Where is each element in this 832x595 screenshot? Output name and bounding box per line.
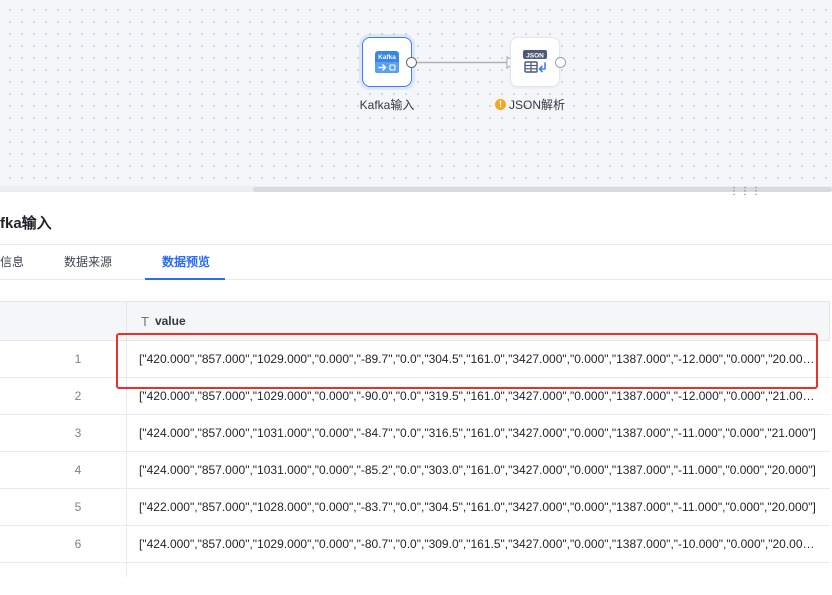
row-value: ["424.000","857.000","1031.000","0.000",… [139, 463, 816, 477]
index-column-header [0, 302, 127, 340]
table-row[interactable]: 1 ["420.000","857.000","1029.000","0.000… [0, 341, 830, 378]
table-row[interactable]: 4 ["424.000","857.000","1031.000","0.000… [0, 452, 830, 489]
value-column-label: value [154, 314, 186, 328]
row-index: 6 [0, 526, 127, 562]
table-row[interactable]: 2 ["420.000","857.000","1029.000","0.000… [0, 378, 830, 415]
flow-canvas[interactable]: Kafka JSON Kafka输入 ! JSON解析 [0, 0, 832, 192]
text-type-icon: T [141, 313, 149, 329]
kafka-node-label: Kafka输入 [359, 98, 415, 112]
node-config-panel: fka输入 信息 数据来源 数据预览 T value 1 ["420.000",… [0, 196, 832, 595]
json-node-label: JSON解析 [508, 98, 565, 112]
svg-text:JSON: JSON [526, 52, 544, 59]
row-index: 3 [0, 415, 127, 451]
table-row[interactable]: 3 ["424.000","857.000","1031.000","0.000… [0, 415, 830, 452]
json-node-label-wrap: ! JSON解析 [490, 96, 570, 113]
row-index: 4 [0, 452, 127, 488]
tab-data-source[interactable]: 数据来源 [64, 245, 112, 280]
panel-resize-handle-icon[interactable]: ⋮⋮⋮ [729, 187, 762, 197]
row-value: ["424.000","857.000","1029.000","0.000",… [139, 537, 817, 551]
data-preview-table: T value 1 ["420.000","857.000","1029.000… [0, 301, 830, 577]
kafka-icon: Kafka [375, 51, 399, 73]
warning-icon: ! [494, 99, 506, 110]
json-parse-node[interactable]: JSON [510, 37, 560, 87]
value-column-header[interactable]: T value [127, 302, 830, 340]
row-index-empty [0, 563, 127, 577]
table-row[interactable]: 6 ["424.000","857.000","1029.000","0.000… [0, 526, 830, 563]
table-header: T value [0, 301, 830, 341]
row-index: 2 [0, 378, 127, 414]
row-value: ["420.000","857.000","1029.000","0.000",… [139, 389, 817, 403]
tab-basic-info[interactable]: 信息 [0, 245, 24, 280]
table-row[interactable]: 5 ["422.000","857.000","1028.000","0.000… [0, 489, 830, 526]
svg-text:Kafka: Kafka [378, 54, 396, 61]
panel-tabs: 信息 数据来源 数据预览 [0, 244, 832, 280]
panel-title: fka输入 [0, 215, 52, 232]
row-index: 5 [0, 489, 127, 525]
active-tab-indicator [145, 278, 225, 280]
kafka-input-node[interactable]: Kafka [362, 37, 412, 87]
json-node-output-port[interactable] [555, 57, 566, 68]
tab-data-preview[interactable]: 数据预览 [162, 245, 210, 280]
row-value: ["424.000","857.000","1031.000","0.000",… [139, 426, 816, 440]
kafka-node-output-port[interactable] [406, 57, 417, 68]
json-icon: JSON [523, 50, 547, 73]
row-index: 1 [0, 341, 127, 377]
table-row-partial [0, 563, 830, 577]
row-value: ["422.000","857.000","1028.000","0.000",… [139, 500, 816, 514]
row-value: ["420.000","857.000","1029.000","0.000",… [139, 352, 817, 366]
